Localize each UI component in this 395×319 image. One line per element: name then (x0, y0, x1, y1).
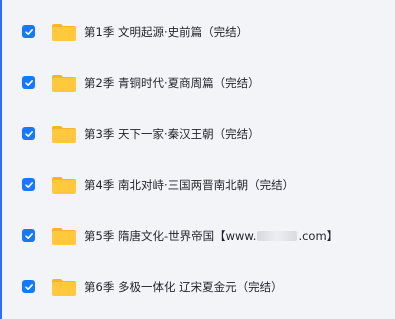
list-item[interactable]: 第3季 天下一家·秦汉王朝（完结） (0, 108, 395, 159)
selection-edge (0, 0, 2, 319)
folder-icon (51, 124, 77, 144)
folder-icon (51, 277, 77, 297)
check-icon (24, 28, 33, 35)
folder-icon (51, 226, 77, 246)
check-icon (24, 130, 33, 137)
list-item[interactable]: 第6季 多极一体化 辽宋夏金元（完结） (0, 261, 395, 312)
list-item[interactable]: 第1季 文明起源·史前篇（完结） (0, 6, 395, 57)
list-item[interactable]: 第5季 隋唐文化-世界帝国【www. .com】 (0, 210, 395, 261)
file-list: 第1季 文明起源·史前篇（完结） 第2季 青铜时代·夏商周篇（完结） 第3季 天… (0, 0, 395, 319)
checkbox[interactable] (22, 76, 35, 89)
list-item[interactable]: 第4季 南北对峙·三国两晋南北朝（完结） (0, 159, 395, 210)
checkbox[interactable] (22, 178, 35, 191)
checkbox[interactable] (22, 127, 35, 140)
file-name: 第1季 文明起源·史前篇（完结） (84, 24, 249, 39)
check-icon (24, 79, 33, 86)
file-name-suffix: .com】 (298, 228, 339, 243)
checkbox[interactable] (22, 229, 35, 242)
check-icon (24, 283, 33, 290)
file-name: 第3季 天下一家·秦汉王朝（完结） (84, 126, 260, 141)
folder-icon (51, 22, 77, 42)
checkbox[interactable] (22, 25, 35, 38)
file-name: 第4季 南北对峙·三国两晋南北朝（完结） (84, 177, 295, 192)
file-name: 第5季 隋唐文化-世界帝国【www. .com】 (84, 228, 338, 244)
file-name: 第6季 多极一体化 辽宋夏金元（完结） (84, 279, 283, 294)
check-icon (24, 181, 33, 188)
checkbox[interactable] (22, 280, 35, 293)
folder-icon (51, 175, 77, 195)
folder-icon (51, 73, 77, 93)
list-item[interactable]: 第2季 青铜时代·夏商周篇（完结） (0, 57, 395, 108)
file-name-prefix: 第5季 隋唐文化-世界帝国【www. (84, 228, 257, 243)
check-icon (24, 232, 33, 239)
redaction-blur (257, 230, 298, 241)
file-name: 第2季 青铜时代·夏商周篇（完结） (84, 75, 260, 90)
